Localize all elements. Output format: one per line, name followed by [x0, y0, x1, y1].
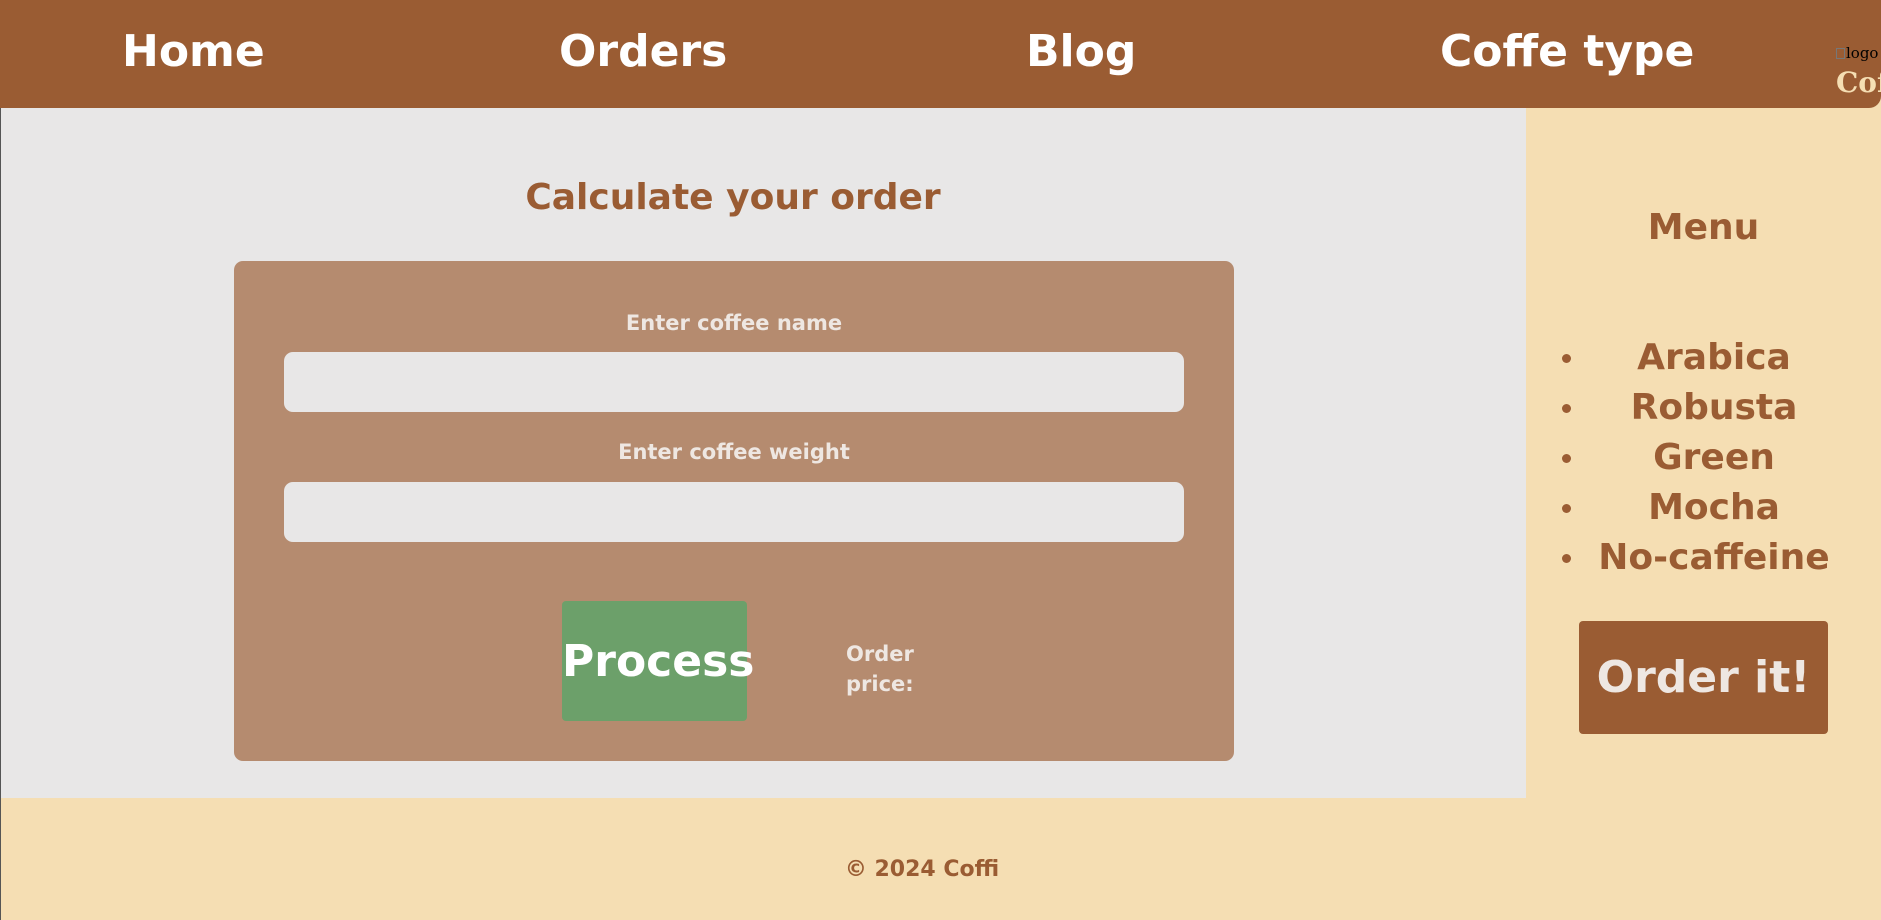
bullet-icon: [1562, 554, 1571, 563]
nav-link-blog[interactable]: Blog: [1026, 22, 1136, 82]
menu-title: Menu: [1647, 207, 1760, 248]
bullet-icon: [1562, 454, 1571, 463]
menu-item-mocha: Mocha: [1562, 483, 1834, 533]
nav-link-orders[interactable]: Orders: [559, 22, 727, 82]
logo-alt-text: logo: [1846, 44, 1879, 62]
order-it-button[interactable]: Order it!: [1579, 621, 1828, 734]
broken-image-icon: [1836, 48, 1845, 59]
bullet-icon: [1562, 404, 1571, 413]
main-content: Calculate your order Enter coffee name E…: [0, 108, 1526, 798]
menu-item-label: Mocha: [1648, 487, 1780, 528]
process-button[interactable]: Process: [562, 601, 754, 721]
coffee-weight-input[interactable]: [284, 482, 1184, 542]
order-calculator-card: Enter coffee name Enter coffee weight Pr…: [234, 261, 1234, 761]
page: Home Orders Blog Coffe type logo Coffi C…: [0, 0, 1881, 920]
bullet-icon: [1562, 354, 1571, 363]
logo-broken-image: logo: [1836, 44, 1878, 62]
nav-link-home[interactable]: Home: [122, 22, 265, 82]
menu-item-label: Robusta: [1630, 387, 1798, 428]
nav-link-coffe-type[interactable]: Coffe type: [1440, 22, 1694, 82]
logo[interactable]: logo Coffi: [1836, 44, 1881, 104]
menu-item-label: Arabica: [1637, 337, 1791, 378]
menu-item-label: Green: [1653, 437, 1775, 478]
logo-brand-name: Coffi: [1836, 66, 1881, 99]
coffee-name-input[interactable]: [284, 352, 1184, 412]
menu-item-no-caffeine: No-caffeine: [1562, 533, 1834, 583]
footer: © 2024 Coffi: [0, 798, 1881, 920]
order-price-label: Order price:: [846, 642, 914, 696]
copyright-text: © 2024 Coffi: [844, 857, 1000, 882]
menu-item-green: Green: [1562, 433, 1834, 483]
menu-sidebar: Menu Arabica Robusta Green Mocha No-caff…: [1526, 108, 1881, 798]
bullet-icon: [1562, 504, 1571, 513]
top-navigation-bar: Home Orders Blog Coffe type logo Coffi: [0, 0, 1881, 108]
page-title: Calculate your order: [525, 177, 941, 218]
coffee-weight-label: Enter coffee weight: [618, 440, 850, 464]
menu-item-arabica: Arabica: [1562, 333, 1834, 383]
menu-item-robusta: Robusta: [1562, 383, 1834, 433]
coffee-name-label: Enter coffee name: [625, 311, 843, 335]
menu-item-label: No-caffeine: [1598, 537, 1830, 578]
coffee-menu-list: Arabica Robusta Green Mocha No-caffeine: [1562, 333, 1834, 583]
